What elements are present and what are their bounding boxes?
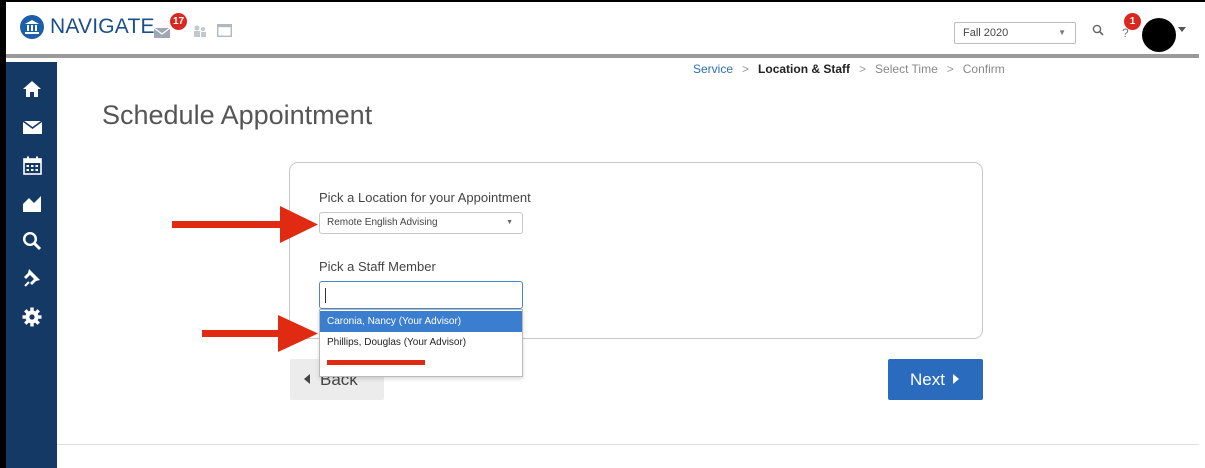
next-button[interactable]: Next — [888, 359, 983, 400]
location-select[interactable]: Remote English Advising ▼ — [319, 212, 523, 234]
annotation-arrow-icon — [202, 315, 318, 352]
institution-icon — [20, 15, 44, 39]
mail-icon[interactable] — [19, 114, 45, 140]
messages-badge: 17 — [170, 13, 188, 30]
next-button-label: Next — [910, 370, 945, 389]
search-icon[interactable] — [1092, 23, 1104, 41]
app-name: NAVIGATE — [50, 15, 155, 38]
app-logo[interactable]: NAVIGATE — [20, 15, 155, 39]
caret-right-icon — [952, 374, 959, 384]
staff-label: Pick a Staff Member — [319, 259, 436, 274]
breadcrumb-select-time: Select Time — [875, 62, 938, 76]
breadcrumb-confirm: Confirm — [962, 62, 1005, 76]
breadcrumb: Service > Location & Staff > Select Time > Con… — [693, 62, 1005, 76]
term-select[interactable]: Fall 2020 ▼ — [954, 22, 1076, 44]
gear-icon[interactable] — [19, 304, 45, 330]
chevron-down-icon: ▼ — [506, 219, 513, 226]
staff-search-input[interactable] — [319, 281, 523, 309]
staff-option[interactable]: Caronia, Nancy (Your Advisor) — [320, 311, 522, 332]
breadcrumb-service[interactable]: Service — [693, 62, 733, 76]
breadcrumb-separator: > — [742, 62, 750, 76]
staff-dropdown-list: Caronia, Nancy (Your Advisor) Phillips, … — [319, 309, 523, 377]
pin-icon[interactable] — [19, 266, 45, 292]
avatar[interactable] — [1142, 18, 1176, 52]
breadcrumb-location-staff: Location & Staff — [758, 62, 851, 76]
top-bar: NAVIGATE 17 Fall 2020 ▼ ? 1 — [6, 2, 1199, 58]
chevron-down-icon[interactable] — [1178, 27, 1186, 32]
term-select-value: Fall 2020 — [963, 27, 1009, 39]
chart-icon[interactable] — [19, 190, 45, 216]
search-icon[interactable] — [19, 228, 45, 254]
chevron-down-icon: ▼ — [1058, 28, 1066, 37]
text-cursor — [325, 288, 326, 303]
caret-left-icon — [304, 374, 310, 384]
staff-option[interactable]: Phillips, Douglas (Your Advisor) — [320, 332, 522, 353]
people-icon[interactable] — [193, 24, 207, 43]
location-select-value: Remote English Advising — [327, 217, 438, 228]
footer-divider — [57, 444, 1199, 445]
breadcrumb-separator: > — [859, 62, 867, 76]
window-icon[interactable] — [216, 23, 233, 42]
breadcrumb-separator: > — [946, 62, 954, 76]
annotation-arrow-icon — [172, 206, 318, 243]
page-title: Schedule Appointment — [102, 100, 373, 130]
help-button[interactable]: ? 1 — [1122, 13, 1141, 42]
calendar-icon[interactable] — [19, 152, 45, 178]
envelope-stack-icon — [153, 27, 171, 38]
annotation-underline — [327, 360, 425, 365]
sidebar — [6, 62, 57, 468]
messages-button[interactable]: 17 — [153, 13, 188, 44]
help-badge: 1 — [1124, 13, 1141, 30]
home-icon[interactable] — [19, 76, 45, 102]
location-label: Pick a Location for your Appointment — [319, 190, 531, 205]
